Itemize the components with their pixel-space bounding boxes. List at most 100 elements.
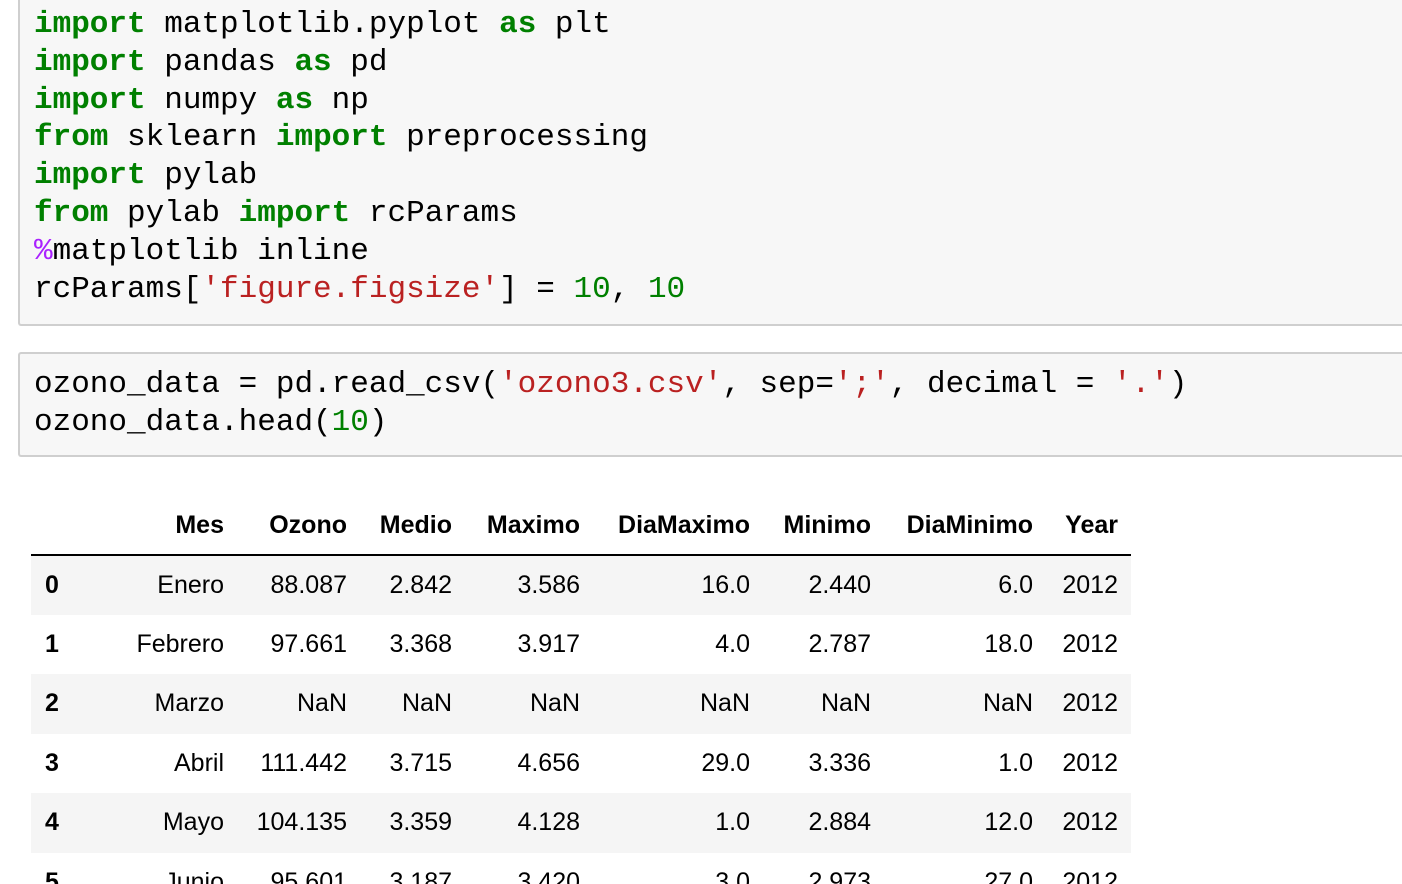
code-line: import matplotlib.pyplot as plt [34,6,685,44]
column-header: Medio [360,496,465,556]
code-line: import pandas as pd [34,44,685,82]
table-cell: 6.0 [998,570,1033,599]
code-cell-imports[interactable]: import matplotlib.pyplot as plt import pa… [18,0,1402,326]
table-cell: NaN [296,689,347,718]
code-line: ozono_data.head(10) [34,404,1187,442]
table-cell: NaN [820,689,871,718]
table-cell: 104.135 [256,808,347,837]
table-cell: 2012 [1062,748,1118,777]
dataframe-output: Mes Ozono Medio Maximo DiaMaximo Minimo … [31,496,1131,884]
table-row: 2 Marzo NaN NaN NaN NaN NaN NaN 2012 [31,674,1131,734]
code-text: ) [1168,367,1188,402]
table-cell: 1.0 [998,748,1033,777]
code-number: 10 [331,404,369,440]
table-cell: 12.0 [984,808,1033,837]
code-line: import numpy as np [34,82,685,120]
table-cell: 4.656 [517,748,580,777]
table-cell: 2012 [1062,689,1118,718]
table-cell: 95.601 [270,867,347,884]
code-editor[interactable]: ozono_data = pd.read_csv('ozono3.csv', s… [34,366,1187,442]
code-text: pylab [145,158,258,194]
column-header: Year [1046,496,1131,556]
code-text: ozono_data = pd.read_csv( [34,367,500,402]
code-text: , decimal = [889,367,1114,402]
table-cell: 3.586 [517,570,580,599]
code-string: 'ozono3.csv' [499,367,723,402]
table-row: 1 Febrero 97.661 3.368 3.917 4.0 2.787 18.0 2012 [31,614,1131,674]
table-cell: 2.440 [808,570,871,599]
code-number: 10 [573,271,611,307]
code-keyword: import [34,158,146,194]
table-cell: 16.0 [701,570,750,599]
code-text: pandas [145,44,295,80]
table-cell: 3.0 [715,867,750,884]
row-index: 4 [45,808,59,837]
code-keyword: from [34,195,109,231]
table-cell: 3.359 [389,808,452,837]
table-row: 0 Enero 88.087 2.842 3.586 16.0 2.440 6.0 2012 [31,555,1131,615]
column-header: DiaMaximo [593,496,763,556]
table-cell: 111.442 [260,748,347,777]
code-keyword: import [238,195,351,231]
table-cell: Junio [164,867,224,884]
code-line: import pylab [34,157,685,195]
code-keyword: import [275,120,388,156]
row-index: 2 [45,689,59,718]
table-cell: 3.715 [389,748,452,777]
table-cell: 2.787 [808,629,871,658]
code-text: , [610,271,648,307]
code-cell-read-csv[interactable]: ozono_data = pd.read_csv('ozono3.csv', s… [18,352,1402,457]
code-editor[interactable]: import matplotlib.pyplot as plt import pa… [34,6,685,308]
code-text: ] = [499,271,574,307]
table-cell: Abril [173,748,224,777]
table-cell: 3.187 [389,867,452,884]
table-cell: NaN [699,689,750,718]
code-text: rcParams[ [34,271,202,307]
column-header [31,496,119,556]
table-cell: 4.128 [517,808,580,837]
table-cell: Enero [157,570,224,599]
code-number: 10 [647,271,686,307]
table-cell: 1.0 [715,808,750,837]
table-cell: 2012 [1062,629,1118,658]
table-cell: 27.0 [984,867,1033,884]
code-line: ozono_data = pd.read_csv('ozono3.csv', s… [34,366,1187,404]
column-header: DiaMinimo [884,496,1046,556]
row-index: 0 [45,570,59,599]
code-text: ozono_data.head( [34,404,332,440]
code-keyword: as [275,82,314,118]
table-cell: 2.884 [808,808,871,837]
code-string: 'figure.figsize' [201,271,500,307]
column-header: Maximo [465,496,593,556]
code-keyword: import [34,44,146,80]
code-string: ';' [833,367,890,402]
code-keyword: import [34,7,146,42]
code-line: %matplotlib inline [34,233,685,271]
table-cell: 3.336 [808,748,871,777]
table-cell: 2012 [1062,867,1118,884]
code-keyword: from [34,120,109,156]
code-text: ) [368,404,388,440]
dataframe-table: Mes Ozono Medio Maximo DiaMaximo Minimo … [31,496,1131,884]
code-keyword: as [294,44,332,80]
table-cell: NaN [401,689,452,718]
code-line: from sklearn import preprocessing [34,119,685,157]
code-text: pylab [108,195,239,231]
table-cell: 18.0 [984,629,1033,658]
row-index: 1 [45,629,59,658]
column-header: Minimo [763,496,884,556]
table-row: 4 Mayo 104.135 3.359 4.128 1.0 2.884 12.0 2012 [31,793,1131,853]
table-cell: 2.973 [808,867,871,884]
code-text: matplotlib inline [52,233,369,269]
code-text: matplotlib.pyplot [145,7,500,42]
column-header: Mes [119,496,237,556]
table-cell: 3.917 [517,629,580,658]
code-line: rcParams['figure.figsize'] = 10, 10 [34,271,685,309]
table-cell: NaN [982,689,1033,718]
table-row: 3 Abril 111.442 3.715 4.656 29.0 3.336 1.0 2012 [31,733,1131,793]
table-cell: 3.420 [517,867,580,884]
code-text: np [313,82,369,118]
row-index: 3 [45,748,59,777]
table-row: 5 Junio 95.601 3.187 3.420 3.0 2.973 27.0 2012 [31,852,1131,884]
table-cell: 2012 [1062,808,1118,837]
